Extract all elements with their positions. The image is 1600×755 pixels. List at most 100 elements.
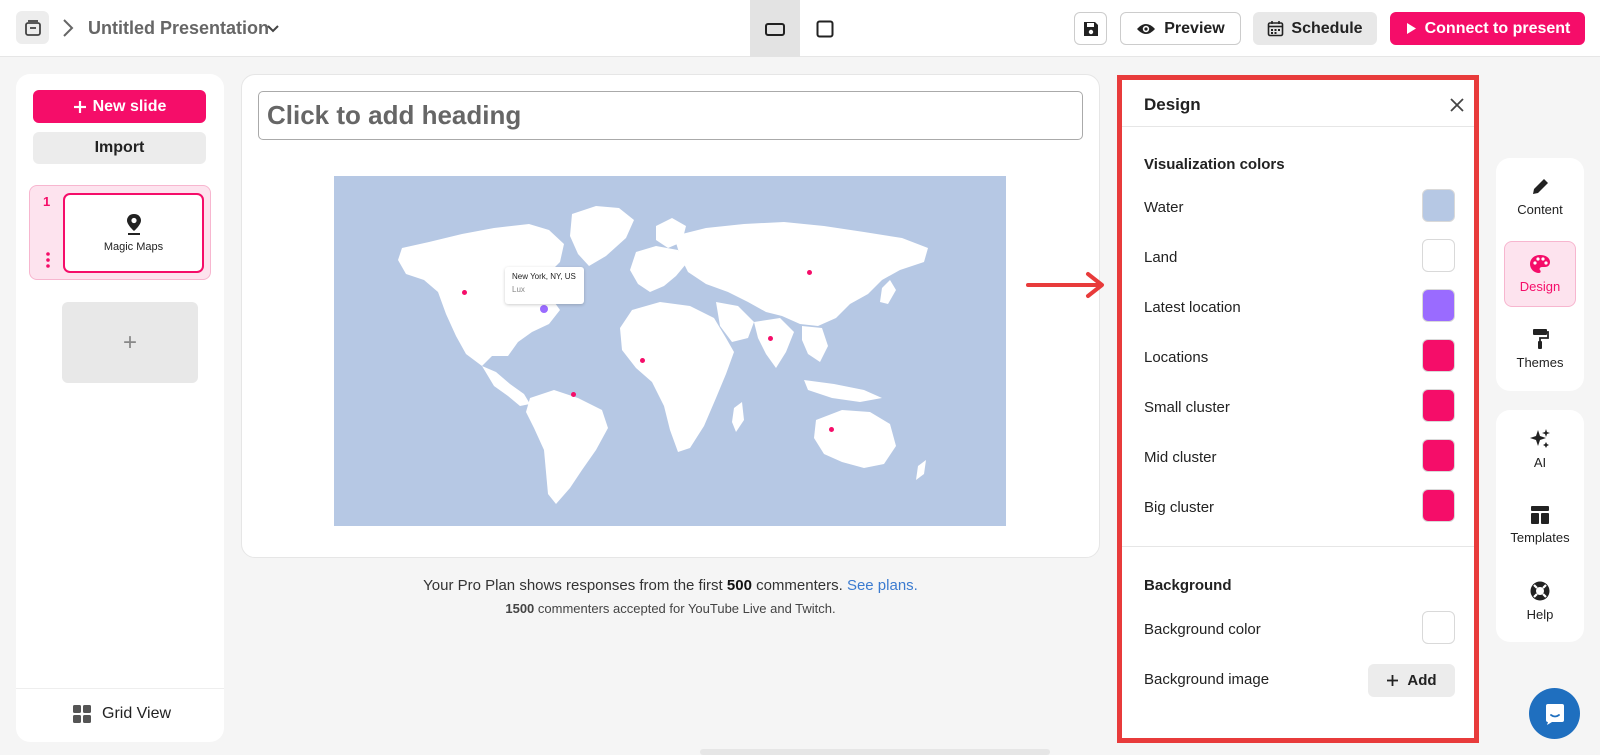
mid-cluster-color-swatch[interactable]	[1422, 439, 1455, 472]
see-plans-link[interactable]: See plans.	[847, 577, 918, 594]
sparkle-icon	[1530, 429, 1550, 448]
rail-label-ai: AI	[1533, 455, 1547, 470]
grid-icon	[73, 705, 91, 723]
location-marker[interactable]	[462, 290, 467, 295]
divider	[1122, 126, 1474, 127]
lifebuoy-icon	[1530, 581, 1550, 601]
schedule-label: Schedule	[1291, 19, 1363, 37]
more-options-icon[interactable]	[46, 252, 50, 268]
divider	[1122, 546, 1474, 547]
archive-icon	[24, 19, 41, 36]
world-map-land	[398, 206, 928, 504]
grid-view-button[interactable]: Grid View	[72, 704, 171, 724]
big-cluster-color-swatch[interactable]	[1422, 489, 1455, 522]
slide-thumbnail[interactable]: Magic Maps	[63, 193, 204, 273]
slide-canvas: New York, NY, US Lux	[241, 74, 1100, 558]
divider	[16, 688, 224, 689]
location-marker[interactable]	[807, 270, 812, 275]
chat-icon	[1545, 703, 1564, 725]
eye-icon	[1137, 23, 1156, 34]
rail-item-themes[interactable]: Themes	[1504, 316, 1576, 382]
slide-list-item[interactable]: 1 Magic Maps	[29, 185, 211, 280]
palette-icon	[1530, 255, 1550, 273]
preview-button[interactable]: Preview	[1120, 12, 1241, 45]
plan-text: Your Pro Plan shows responses from the f…	[423, 577, 727, 594]
tooltip-city: New York, NY, US	[512, 272, 576, 281]
chevron-down-icon[interactable]	[265, 20, 281, 38]
land-color-label: Land	[1144, 249, 1178, 266]
location-marker[interactable]	[640, 358, 645, 363]
location-marker[interactable]	[768, 336, 773, 341]
latest-location-color-swatch[interactable]	[1422, 289, 1455, 322]
scroll-indicator	[700, 749, 1050, 755]
rail-label-content: Content	[1517, 202, 1563, 217]
plan-info: Your Pro Plan shows responses from the f…	[241, 577, 1100, 594]
design-panel-title: Design	[1144, 95, 1201, 114]
save-button[interactable]	[1074, 12, 1107, 45]
plan-secondary-count: 1500	[505, 601, 535, 616]
rail-item-design[interactable]: Design	[1504, 241, 1576, 307]
mid-cluster-color-label: Mid cluster	[1144, 449, 1217, 466]
land-color-swatch[interactable]	[1422, 239, 1455, 272]
big-cluster-color-label: Big cluster	[1144, 499, 1215, 516]
chat-launcher[interactable]	[1529, 688, 1580, 739]
close-icon[interactable]	[1448, 96, 1466, 114]
latest-location-color-label: Latest location	[1144, 299, 1241, 316]
save-icon	[1083, 21, 1098, 36]
background-color-label: Background color	[1144, 621, 1261, 638]
plan-secondary-text: commenters accepted for YouTube Live and…	[534, 601, 836, 616]
rail-item-help[interactable]: Help	[1504, 568, 1576, 634]
add-label: Add	[1407, 672, 1437, 689]
background-heading: Background	[1144, 577, 1232, 594]
grid-view-label: Grid View	[102, 705, 172, 722]
schedule-button[interactable]: Schedule	[1253, 12, 1377, 45]
chevron-right-icon	[63, 19, 74, 37]
slide-number: 1	[43, 194, 51, 209]
location-marker[interactable]	[829, 427, 834, 432]
top-bar: Untitled Presentation Preview Schedule C…	[0, 0, 1600, 57]
rail-label-templates: Templates	[1510, 530, 1570, 545]
right-rail-secondary: AI Templates Help	[1496, 410, 1584, 642]
right-rail-primary: Content Design Themes	[1496, 158, 1584, 391]
water-color-swatch[interactable]	[1422, 189, 1455, 222]
small-cluster-color-swatch[interactable]	[1422, 389, 1455, 422]
plan-count: 500	[726, 577, 752, 594]
add-slide-placeholder[interactable]: +	[62, 302, 198, 383]
locations-color-swatch[interactable]	[1422, 339, 1455, 372]
widescreen-icon	[765, 22, 785, 36]
calendar-icon	[1268, 21, 1284, 37]
heading-input[interactable]	[258, 91, 1083, 140]
add-background-image-button[interactable]: Add	[1368, 664, 1455, 697]
new-slide-button[interactable]: New slide	[33, 90, 206, 123]
visualization-colors-heading: Visualization colors	[1144, 156, 1285, 173]
play-icon	[1406, 23, 1416, 34]
home-button[interactable]	[16, 11, 49, 44]
arrow-icon	[1026, 272, 1104, 298]
widescreen-view-toggle[interactable]	[750, 0, 800, 57]
world-map[interactable]: New York, NY, US Lux	[334, 176, 1006, 526]
design-panel: Design Visualization colors Water Land L…	[1117, 75, 1479, 743]
rail-item-content[interactable]: Content	[1504, 164, 1576, 230]
small-cluster-color-label: Small cluster	[1144, 399, 1230, 416]
plus-icon	[73, 100, 86, 113]
square-view-toggle[interactable]	[800, 0, 850, 57]
pencil-icon	[1533, 179, 1548, 194]
slides-panel: New slide Import 1 Magic Maps + Grid Vie…	[16, 74, 224, 742]
plan-text-after: commenters.	[751, 577, 843, 594]
import-button[interactable]: Import	[33, 132, 206, 164]
presentation-title[interactable]: Untitled Presentation	[88, 18, 269, 39]
plus-icon	[1387, 675, 1399, 686]
rail-item-templates[interactable]: Templates	[1504, 492, 1576, 558]
map-tooltip: New York, NY, US Lux	[505, 267, 584, 304]
tooltip-user: Lux	[512, 285, 525, 294]
background-color-swatch[interactable]	[1422, 611, 1455, 644]
location-marker[interactable]	[571, 392, 576, 397]
rail-label-design: Design	[1519, 279, 1561, 294]
slide-thumbnail-label: Magic Maps	[103, 241, 164, 253]
background-image-label: Background image	[1144, 671, 1270, 688]
connect-to-present-button[interactable]: Connect to present	[1390, 12, 1585, 45]
square-icon	[816, 20, 834, 37]
latest-location-marker[interactable]	[540, 305, 548, 313]
rail-item-ai[interactable]: AI	[1504, 416, 1576, 482]
rail-label-help: Help	[1526, 607, 1554, 622]
